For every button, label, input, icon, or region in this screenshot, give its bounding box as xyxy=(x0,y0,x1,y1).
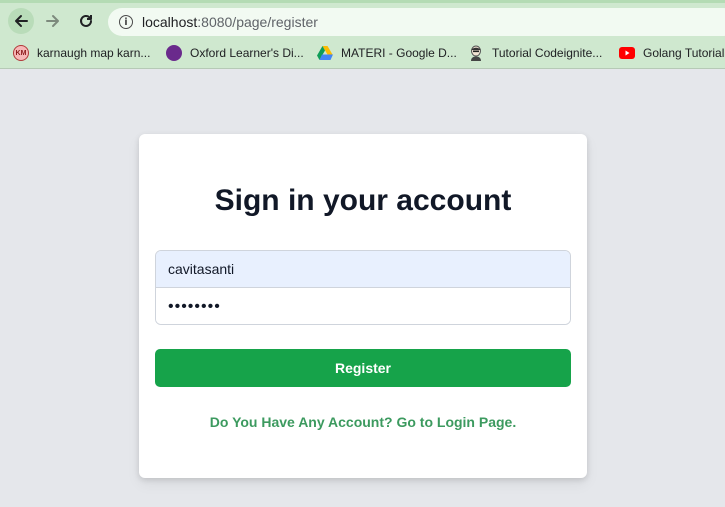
person-avatar-icon xyxy=(468,45,484,61)
bookmark-oxford[interactable]: Oxford Learner's Di... xyxy=(166,43,304,63)
url-text[interactable]: localhost:8080/page/register xyxy=(142,14,318,30)
back-button[interactable] xyxy=(8,8,34,34)
bookmark-karnaugh[interactable]: KM karnaugh map karn... xyxy=(13,43,150,63)
bookmark-label: karnaugh map karn... xyxy=(37,46,151,60)
login-page-link[interactable]: Do You Have Any Account? Go to Login Pag… xyxy=(139,414,587,430)
register-button[interactable]: Register xyxy=(155,349,571,387)
forward-arrow-icon xyxy=(46,15,59,27)
bookmark-codeigniter[interactable]: Tutorial Codeignite... xyxy=(468,43,602,63)
forward-button[interactable] xyxy=(40,8,66,34)
credentials-fields xyxy=(155,250,571,325)
url-path: :8080/page/register xyxy=(197,14,318,30)
username-input[interactable] xyxy=(156,251,570,288)
bookmark-materi[interactable]: MATERI - Google D... xyxy=(317,43,457,63)
page-title: Sign in your account xyxy=(214,184,512,217)
karnaugh-map-icon: KM xyxy=(13,45,29,61)
reload-button[interactable] xyxy=(73,8,99,34)
bookmark-label: MATERI - Google D... xyxy=(341,46,457,60)
bookmark-golang[interactable]: Golang Tutorial xyxy=(619,43,724,63)
browser-toolbar: i localhost:8080/page/register xyxy=(0,0,725,37)
google-drive-icon xyxy=(317,45,333,61)
url-host: localhost xyxy=(142,14,198,30)
youtube-icon xyxy=(619,45,635,61)
register-card: Sign in your account Register Do You Hav… xyxy=(139,134,587,478)
address-bar[interactable]: i localhost:8080/page/register xyxy=(108,8,725,36)
bookmark-label: Tutorial Codeignite... xyxy=(492,46,603,60)
password-input[interactable] xyxy=(156,288,570,324)
back-arrow-icon xyxy=(15,15,28,27)
oxford-icon xyxy=(166,45,182,61)
bookmark-label: Oxford Learner's Di... xyxy=(190,46,304,60)
bookmarks-bar: KM karnaugh map karn... Oxford Learner's… xyxy=(0,37,725,69)
site-info-icon[interactable]: i xyxy=(119,15,133,29)
reload-icon xyxy=(80,14,92,27)
bookmark-label: Golang Tutorial xyxy=(643,46,725,60)
